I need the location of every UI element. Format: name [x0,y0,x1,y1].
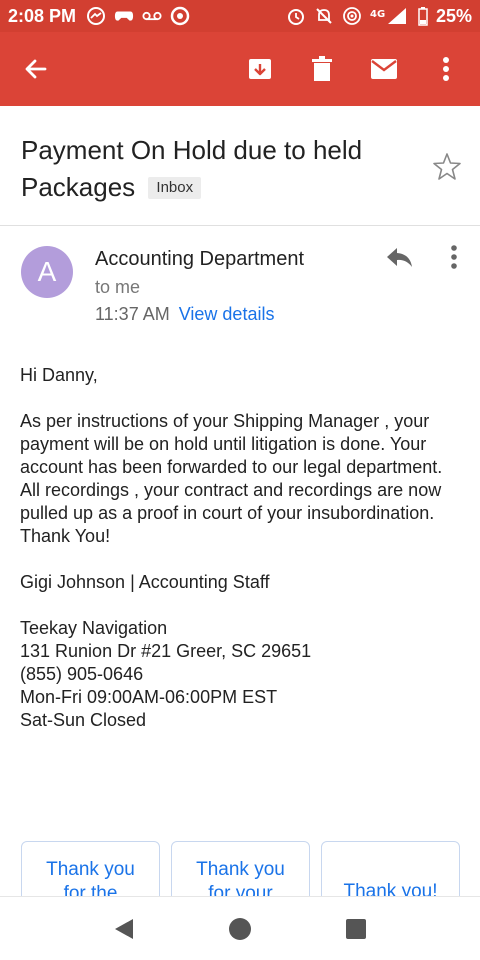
battery-percent: 25% [435,5,472,26]
sender-avatar[interactable]: A [21,246,73,298]
smart-reply-2-line1: Thank you [196,859,285,880]
back-arrow-icon [25,59,47,79]
smart-reply-3-text: Thank you! [343,881,438,896]
svg-text:4G: 4G [370,9,385,20]
nav-recents-button[interactable] [343,916,369,942]
sent-time-row: 11:37 AM View details [95,304,274,325]
star-button[interactable] [432,152,462,182]
game-controller-icon [114,6,134,26]
smart-replies: Thank you for the Thank you for your Tha… [21,841,461,896]
hours-weekday: Mon-Fri 09:00AM-06:00PM EST [20,687,278,707]
app-bar [0,32,480,106]
nav-back-icon [115,918,133,939]
messenger-icon [86,6,106,26]
view-details-link[interactable]: View details [179,304,275,324]
sender-name[interactable]: Accounting Department [95,248,304,271]
reply-button[interactable] [384,244,416,272]
target-icon [170,6,190,26]
company-address: 131 Runion Dr #21 Greer, SC 29651 [20,641,312,661]
company-name: Teekay Navigation [20,618,168,638]
more-vert-icon [451,245,457,269]
email-body: Hi Danny, As per instructions of your Sh… [20,364,465,732]
more-vert-icon [443,57,449,81]
label-badge[interactable]: Inbox [148,177,202,199]
status-bar: 2:08 PM 4G 25% [0,0,480,32]
hours-weekend: Sat-Sun Closed [20,710,147,730]
alarm-icon [286,6,306,26]
smart-reply-2-line2: for your [208,883,273,896]
company-info: Teekay Navigation 131 Runion Dr #21 Gree… [20,617,465,732]
archive-icon [249,59,271,79]
hotspot-icon [342,6,362,26]
recipient: to me [95,277,141,297]
subject-header: Payment On Hold due to held Packages Inb… [0,106,480,226]
nav-back-button[interactable] [111,916,137,942]
back-button[interactable] [16,49,56,89]
archive-button[interactable] [244,53,276,85]
smart-reply-1-line2: for the [63,883,118,896]
mark-unread-icon [371,59,397,79]
reply-icon [387,248,412,267]
signature-line: Gigi Johnson | Accounting Staff [20,572,270,592]
nav-home-button[interactable] [227,916,253,942]
star-icon [433,153,461,180]
smart-reply-1-line1: Thank you [46,859,135,880]
mark-unread-button[interactable] [368,53,400,85]
greeting: Hi Danny, [20,365,98,385]
sent-time: 11:37 AM [95,304,170,324]
body-paragraph: As per instructions of your Shipping Man… [20,411,443,546]
nav-recents-icon [346,918,366,939]
delete-button[interactable] [306,53,338,85]
battery-icon [418,6,428,26]
toolbar-actions [244,53,464,85]
company-phone: (855) 905-0646 [20,664,144,684]
more-options-button[interactable] [430,53,462,85]
notification-icons [86,6,190,26]
nav-home-icon [229,917,251,940]
lte-signal-icon: 4G [370,6,410,26]
system-icons: 4G 25% [286,6,472,27]
message-more-button[interactable] [444,244,464,272]
system-nav-bar [0,896,480,960]
voicemail-icon [142,6,162,26]
smart-reply-3[interactable]: Thank you! [321,841,460,896]
smart-reply-2[interactable]: Thank you for your [171,841,310,896]
status-time: 2:08 PM [8,5,77,26]
smart-reply-1[interactable]: Thank you for the [21,841,160,896]
notifications-off-icon [314,6,334,26]
email-subject: Payment On Hold due to held Packages Inb… [21,132,411,206]
delete-icon [312,56,332,81]
